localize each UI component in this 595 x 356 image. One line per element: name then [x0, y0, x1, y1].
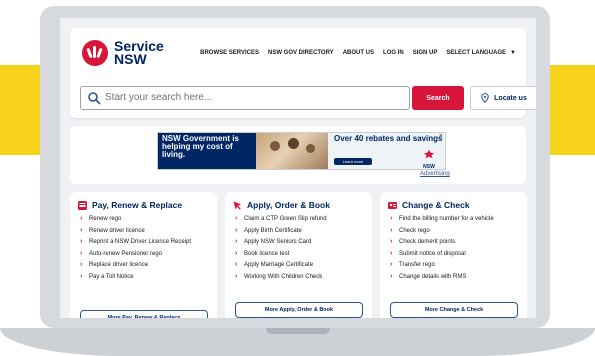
- list-item[interactable]: Find the billing number for a vehicle: [390, 215, 521, 223]
- search-row: Start your search here... Search Locate …: [80, 86, 536, 110]
- ad-close-icon[interactable]: ✕: [439, 133, 443, 139]
- list-item[interactable]: Replace driver licence: [80, 261, 211, 269]
- ad-banner[interactable]: NSW Government is helping my cost of liv…: [157, 132, 446, 170]
- more-pay-renew-replace-button[interactable]: More Pay, Renew & Replace: [80, 310, 208, 318]
- list-item[interactable]: Claim a CTP Green Slip refund: [235, 215, 366, 223]
- card-title: Change & Check: [402, 200, 470, 210]
- ad-rebate-text: Over 40 rebates and savings: [334, 134, 443, 143]
- location-pin-icon: [481, 93, 489, 103]
- card-pay-renew-replace: Pay, Renew & Replace Renew rego Renew dr…: [70, 192, 217, 318]
- ad-offer: Over 40 rebates and savings Learn more N…: [328, 133, 445, 169]
- list-item[interactable]: Renew driver licence: [80, 227, 211, 235]
- search-button[interactable]: Search: [412, 86, 464, 110]
- locate-us-button[interactable]: Locate us: [470, 86, 536, 110]
- ad-family-photo: [256, 133, 328, 169]
- list-item[interactable]: Pay a Toll Notice: [80, 273, 211, 281]
- nav-browse-services[interactable]: BROWSE SERVICES: [200, 50, 259, 56]
- list-item[interactable]: Change details with RMS: [390, 273, 521, 281]
- list-item[interactable]: Transfer rego: [390, 261, 521, 269]
- waratah-logo-icon: [82, 40, 108, 66]
- cursor-pointer-icon: [233, 201, 241, 210]
- nav-about-us[interactable]: ABOUT US: [343, 50, 374, 56]
- pay-card-icon: [78, 200, 87, 210]
- list-item[interactable]: Book licence test: [235, 250, 366, 258]
- browser-screen: Service NSW BROWSE SERVICES NSW GOV DIRE…: [60, 18, 536, 318]
- list-item[interactable]: Apply Marriage Certificate: [235, 261, 366, 269]
- list-item[interactable]: Working With Children Check: [235, 273, 366, 281]
- id-card-icon: [388, 201, 397, 209]
- search-icon: [88, 92, 101, 105]
- nav-gov-directory[interactable]: NSW GOV DIRECTORY: [268, 50, 334, 56]
- ad-panel: NSW Government is helping my cost of liv…: [70, 126, 526, 184]
- list-item[interactable]: Reprint a NSW Driver Licence Receipt: [80, 238, 211, 246]
- logo-text-nsw: NSW: [114, 51, 147, 67]
- list-item[interactable]: Apply NSW Seniors Card: [235, 238, 366, 246]
- nsw-waratah-icon: NSW: [419, 146, 439, 170]
- ad-learn-more-button[interactable]: Learn more: [334, 158, 372, 165]
- laptop-notch: [266, 328, 330, 334]
- card-change-check: Change & Check Find the billing number f…: [380, 192, 527, 318]
- locate-us-label: Locate us: [494, 94, 527, 102]
- card-title: Apply, Order & Book: [247, 200, 330, 210]
- main-nav: BROWSE SERVICES NSW GOV DIRECTORY ABOUT …: [191, 50, 516, 56]
- card-apply-order-book: Apply, Order & Book Claim a CTP Green Sl…: [225, 192, 372, 318]
- ad-headline: NSW Government is helping my cost of liv…: [158, 133, 256, 169]
- nav-log-in[interactable]: LOG IN: [383, 50, 404, 56]
- list-item[interactable]: Apply Birth Certificate: [235, 227, 366, 235]
- service-nsw-logo[interactable]: Service NSW: [82, 39, 164, 67]
- list-item[interactable]: Renew rego: [80, 215, 211, 223]
- ad-nsw-brand: NSW: [423, 164, 435, 170]
- nav-select-language[interactable]: SELECT LANGUAGE: [446, 50, 506, 56]
- more-change-check-button[interactable]: More Change & Check: [390, 302, 518, 318]
- caret-down-icon[interactable]: ▼: [510, 50, 516, 56]
- list-item[interactable]: Submit notice of disposal: [390, 250, 521, 258]
- list-item[interactable]: Check rego: [390, 227, 521, 235]
- nav-sign-up[interactable]: SIGN UP: [413, 50, 438, 56]
- list-item[interactable]: Check demerit points: [390, 238, 521, 246]
- site-header: Service NSW BROWSE SERVICES NSW GOV DIRE…: [70, 28, 536, 118]
- advertising-link[interactable]: Advertising: [420, 171, 450, 177]
- card-title: Pay, Renew & Replace: [92, 200, 183, 210]
- more-apply-order-book-button[interactable]: More Apply, Order & Book: [235, 302, 363, 318]
- search-input[interactable]: Start your search here...: [80, 86, 410, 110]
- list-item[interactable]: Auto-renew Pensioner rego: [80, 250, 211, 258]
- search-placeholder: Start your search here...: [105, 92, 213, 103]
